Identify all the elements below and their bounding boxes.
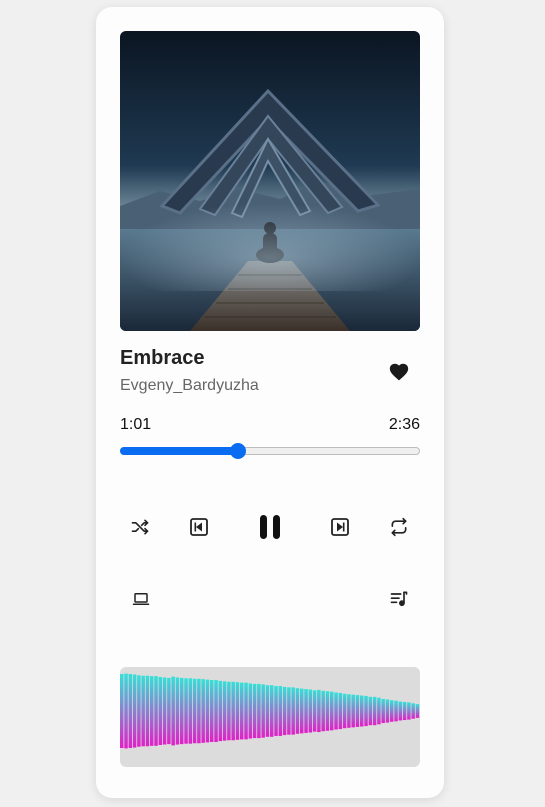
visualizer-bar bbox=[162, 677, 167, 745]
play-pause-button[interactable] bbox=[255, 512, 285, 542]
visualizer-bar bbox=[347, 694, 351, 728]
visualizer-bar bbox=[197, 678, 201, 744]
seek-progress-fill bbox=[120, 447, 237, 455]
skip-previous-icon bbox=[190, 518, 208, 536]
visualizer-bar bbox=[355, 695, 360, 727]
visualizer-bar bbox=[312, 690, 317, 732]
visualizer-bar bbox=[167, 677, 171, 745]
visualizer-bar bbox=[265, 685, 270, 737]
visualizer-bar bbox=[171, 676, 175, 746]
visualizer-bar bbox=[141, 675, 145, 747]
visualizer-bar bbox=[274, 686, 278, 736]
visualizer-bar bbox=[184, 678, 188, 744]
visualizer-bar bbox=[282, 686, 287, 736]
seek-thumb[interactable] bbox=[230, 443, 246, 459]
visualizer-bar bbox=[235, 682, 240, 740]
track-artist: Evgeny_Bardyuzha bbox=[120, 377, 259, 394]
visualizer-bar bbox=[411, 703, 415, 719]
visualizer-bar bbox=[252, 683, 257, 739]
visualizer-bar bbox=[377, 697, 381, 725]
visualizer-bar bbox=[394, 700, 398, 722]
visualizer-bar bbox=[158, 677, 163, 745]
visualizer-bar bbox=[291, 687, 295, 735]
visualizer-bar bbox=[150, 676, 154, 746]
visualizer-bar bbox=[128, 674, 133, 748]
current-time: 1:01 bbox=[120, 416, 152, 433]
visualizer-bar bbox=[124, 673, 128, 749]
visualizer-bar bbox=[308, 689, 313, 733]
audio-visualizer bbox=[120, 667, 420, 767]
player-card: Embrace Evgeny_Bardyuzha 1:01 2:36 bbox=[96, 7, 444, 798]
device-button[interactable] bbox=[128, 586, 154, 612]
visualizer-bar bbox=[278, 686, 283, 736]
visualizer-bar bbox=[218, 680, 223, 742]
visualizer-bar bbox=[334, 692, 338, 730]
visualizer-bar bbox=[287, 687, 291, 735]
visualizer-bar bbox=[137, 675, 141, 747]
pause-icon bbox=[260, 515, 280, 539]
visualizer-bar bbox=[407, 702, 411, 720]
visualizer-bar bbox=[205, 679, 210, 743]
visualizer-bar bbox=[398, 701, 403, 721]
visualizer-bar bbox=[330, 691, 334, 731]
visualizer-bar bbox=[338, 692, 343, 730]
visualizer-bar bbox=[231, 681, 235, 741]
queue-button[interactable] bbox=[386, 586, 412, 612]
visualizer-bar bbox=[145, 675, 150, 747]
visualizer-bar bbox=[210, 680, 214, 742]
shuffle-button[interactable] bbox=[127, 514, 153, 540]
visualizer-bar bbox=[244, 682, 248, 740]
shuffle-icon bbox=[131, 519, 149, 535]
visualizer-bar bbox=[192, 678, 197, 744]
seek-slider[interactable] bbox=[120, 443, 420, 459]
repeat-icon bbox=[391, 517, 407, 537]
next-button[interactable] bbox=[327, 514, 353, 540]
visualizer-bar bbox=[364, 695, 368, 727]
visualizer-bar bbox=[214, 680, 218, 742]
heart-icon bbox=[389, 363, 409, 381]
visualizer-bar bbox=[120, 674, 124, 748]
visualizer-bar bbox=[222, 681, 227, 741]
visualizer-bar bbox=[381, 698, 385, 724]
skip-next-icon bbox=[331, 518, 349, 536]
duration-time: 2:36 bbox=[388, 416, 420, 433]
previous-button[interactable] bbox=[186, 514, 212, 540]
like-button[interactable] bbox=[388, 361, 410, 383]
visualizer-bar bbox=[227, 681, 231, 741]
visualizer-bars bbox=[120, 673, 420, 749]
visualizer-bar bbox=[360, 695, 364, 727]
visualizer-bar bbox=[385, 699, 390, 723]
visualizer-bar bbox=[321, 690, 325, 732]
visualizer-bar bbox=[240, 682, 244, 740]
visualizer-bar bbox=[257, 683, 261, 739]
repeat-button[interactable] bbox=[386, 514, 412, 540]
visualizer-bar bbox=[372, 696, 377, 726]
visualizer-bar bbox=[270, 685, 274, 737]
visualizer-bar bbox=[304, 689, 308, 733]
visualizer-bar bbox=[175, 677, 180, 745]
visualizer-bar bbox=[201, 679, 205, 743]
album-art-image bbox=[120, 31, 420, 331]
visualizer-bar bbox=[261, 684, 265, 738]
playlist-music-icon bbox=[390, 591, 408, 607]
track-title: Embrace bbox=[120, 347, 205, 369]
visualizer-bar bbox=[300, 688, 304, 734]
visualizer-bar bbox=[188, 678, 193, 744]
visualizer-bar bbox=[154, 676, 158, 746]
visualizer-bar bbox=[415, 704, 420, 718]
visualizer-bar bbox=[342, 693, 347, 729]
visualizer-bar bbox=[132, 674, 137, 748]
laptop-icon bbox=[132, 593, 150, 605]
visualizer-bar bbox=[351, 694, 355, 728]
visualizer-bar bbox=[325, 691, 330, 731]
visualizer-bar bbox=[368, 696, 373, 726]
album-art bbox=[120, 31, 420, 331]
visualizer-bar bbox=[295, 688, 300, 734]
visualizer-bar bbox=[317, 689, 321, 733]
visualizer-bar bbox=[180, 677, 184, 745]
visualizer-bar bbox=[248, 683, 253, 739]
visualizer-bar bbox=[390, 700, 394, 722]
visualizer-bar bbox=[402, 701, 407, 721]
